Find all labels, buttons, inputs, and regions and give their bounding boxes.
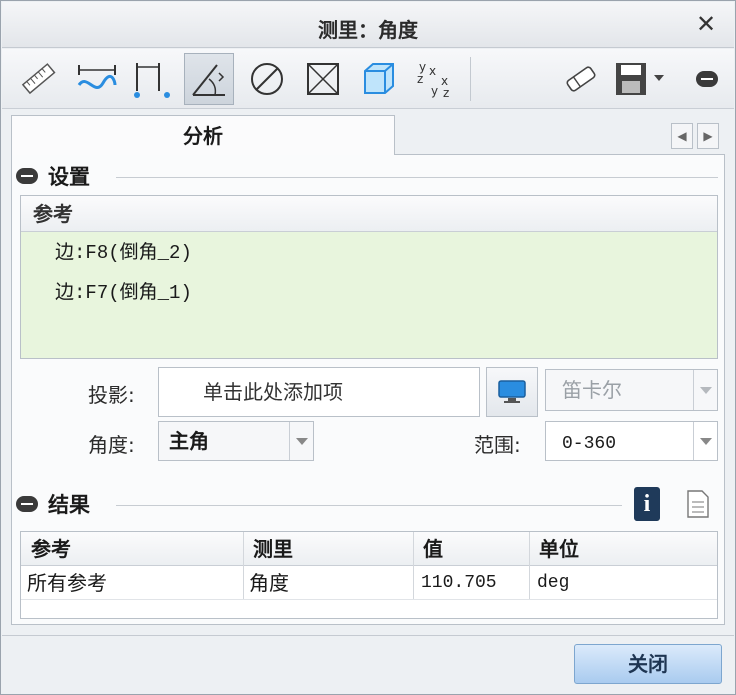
ref-feature: 倒角 — [119, 241, 158, 263]
angle-icon[interactable] — [184, 53, 234, 105]
eraser-icon[interactable] — [556, 53, 606, 105]
measure-angle-dialog: 测里：角度 ✕ yxzxyz 分析 ◀ ▶ 设置 参考 边:F8(倒角_2) 边… — [0, 0, 736, 695]
coordinate-system-value: 笛卡尔 — [562, 378, 622, 402]
range-value: 0-360 — [562, 434, 617, 454]
results-table-header: 参考 测里 值 单位 — [21, 532, 717, 566]
table-row[interactable]: 所有参考 角度 110.705 deg — [21, 566, 717, 600]
tab-analysis[interactable]: 分析 — [11, 115, 395, 155]
collapse-section-icon[interactable] — [16, 168, 38, 184]
ref-suffix: _2) — [157, 242, 192, 264]
close-button[interactable]: 关闭 — [574, 644, 722, 684]
ref-text: :F8( — [74, 242, 120, 264]
angle-label: 角度: — [88, 433, 135, 457]
reference-item[interactable]: 边:F7(倒角_1) — [21, 272, 717, 312]
title-bar: 测里：角度 ✕ — [2, 2, 734, 48]
results-section-header[interactable]: 结果 — [16, 489, 90, 519]
display-toggle-button[interactable] — [486, 367, 538, 417]
save-icon[interactable] — [606, 53, 670, 105]
tab-scroll-left-icon[interactable]: ◀ — [671, 123, 693, 149]
results-table: 参考 测里 值 单位 所有参考 角度 110.705 deg — [20, 531, 718, 619]
svg-text:x: x — [429, 64, 436, 78]
analysis-panel: 设置 参考 边:F8(倒角_2) 边:F7(倒角_1) 投影: 单击此处添加项 … — [11, 155, 725, 625]
range-label: 范围: — [474, 433, 521, 457]
col-header-measure[interactable]: 测里 — [243, 532, 413, 566]
ref-prefix: 边 — [55, 241, 75, 263]
curve-length-icon[interactable] — [72, 53, 122, 105]
angle-type-select[interactable]: 主角 — [158, 421, 314, 461]
dialog-title: 测里：角度 — [318, 18, 418, 42]
setup-title: 设置 — [48, 165, 90, 189]
ref-suffix: _1) — [157, 282, 192, 304]
transform-icon[interactable] — [298, 53, 348, 105]
angle-type-value: 主角 — [169, 429, 209, 453]
col-header-unit[interactable]: 单位 — [529, 532, 717, 566]
chevron-down-icon[interactable] — [693, 370, 717, 410]
col-header-reference[interactable]: 参考 — [21, 532, 243, 566]
coordinate-system-select[interactable]: 笛卡尔 — [545, 369, 718, 411]
projection-input[interactable]: 单击此处添加项 — [158, 367, 480, 417]
references-header: 参考 — [21, 196, 717, 232]
length-ruler-icon[interactable] — [14, 53, 64, 105]
details-icon[interactable] — [686, 489, 710, 519]
chevron-down-icon[interactable] — [693, 422, 717, 460]
close-icon[interactable]: ✕ — [692, 10, 720, 38]
references-list[interactable]: 参考 边:F8(倒角_2) 边:F7(倒角_1) — [20, 195, 718, 359]
svg-text:z: z — [443, 86, 449, 100]
distance-icon[interactable] — [126, 53, 176, 105]
projection-label: 投影: — [88, 383, 135, 407]
results-title: 结果 — [48, 493, 90, 517]
col-header-value[interactable]: 值 — [413, 532, 529, 566]
cell-measure: 角度 — [249, 571, 289, 595]
svg-text:y: y — [431, 84, 438, 98]
ref-text: :F7( — [74, 282, 120, 304]
reference-item[interactable]: 边:F8(倒角_2) — [21, 232, 717, 272]
tab-scroll-right-icon[interactable]: ▶ — [697, 123, 719, 149]
volume-icon[interactable] — [354, 53, 404, 105]
cell-reference: 所有参考 — [27, 571, 107, 595]
cell-value: 110.705 — [421, 573, 497, 593]
measure-toolbar: yxzxyz — [2, 49, 734, 109]
range-select[interactable]: 0-360 — [545, 421, 718, 461]
monitor-icon — [498, 380, 526, 403]
cell-unit: deg — [537, 573, 570, 593]
tab-strip: 分析 ◀ ▶ — [11, 115, 725, 155]
collapse-section-icon[interactable] — [16, 496, 38, 512]
ref-prefix: 边 — [55, 281, 75, 303]
ref-feature: 倒角 — [119, 281, 158, 303]
coordinate-transform-icon[interactable]: yxzxyz — [410, 53, 460, 105]
chevron-down-icon[interactable] — [289, 422, 313, 460]
svg-text:z: z — [417, 72, 423, 86]
diameter-icon[interactable] — [242, 53, 292, 105]
collapse-icon[interactable] — [682, 53, 732, 105]
info-icon[interactable]: i — [634, 487, 660, 521]
setup-section-header[interactable]: 设置 — [16, 161, 90, 191]
